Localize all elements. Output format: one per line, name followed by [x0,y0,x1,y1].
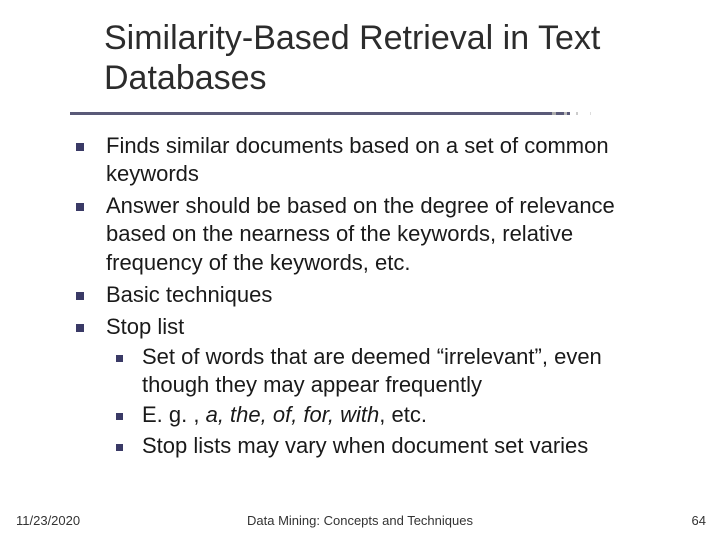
sub-list: Set of words that are deemed “irrelevant… [106,343,672,460]
list-item-text: Finds similar documents based on a set o… [106,133,609,186]
sub-list-item: E. g. , a, the, of, for, with, etc. [106,401,672,429]
list-item-text: Stop list [106,314,184,339]
underline-solid [70,112,570,115]
sub-list-item: Set of words that are deemed “irrelevant… [106,343,672,399]
sub-list-item-prefix: E. g. , [142,402,206,427]
slide-title: Similarity-Based Retrieval in Text Datab… [104,18,680,98]
list-item: Finds similar documents based on a set o… [70,132,672,188]
footer-title: Data Mining: Concepts and Techniques [0,513,720,528]
list-item: Stop list Set of words that are deemed “… [70,313,672,460]
title-underline [70,108,682,118]
sub-list-item-text: Stop lists may vary when document set va… [142,433,588,458]
sub-list-item-text: Set of words that are deemed “irrelevant… [142,344,602,397]
bullet-list: Finds similar documents based on a set o… [70,132,672,460]
list-item: Basic techniques [70,281,672,309]
title-wrap: Similarity-Based Retrieval in Text Datab… [104,18,680,98]
sub-list-item-italic: a, the, of, for, with [206,402,380,427]
list-item: Answer should be based on the degree of … [70,192,672,276]
underline-fade [540,112,690,115]
footer: 11/23/2020 Data Mining: Concepts and Tec… [0,508,720,528]
content-area: Finds similar documents based on a set o… [70,132,672,464]
sub-list-item: Stop lists may vary when document set va… [106,432,672,460]
list-item-text: Answer should be based on the degree of … [106,193,615,274]
list-item-text: Basic techniques [106,282,272,307]
footer-page-number: 64 [692,513,706,528]
sub-list-item-suffix: , etc. [379,402,427,427]
slide: Similarity-Based Retrieval in Text Datab… [0,0,720,540]
